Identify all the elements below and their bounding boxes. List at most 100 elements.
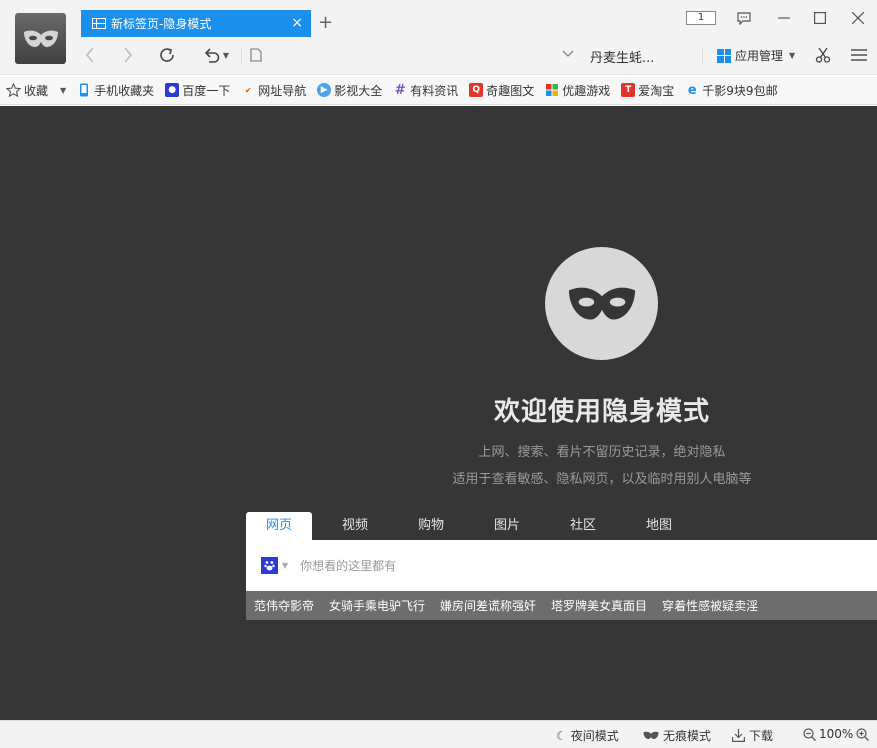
bookmarks-bar: 收藏 ▼ 手机收藏夹 ● 百度一下 ✔ 网址导航 ▶ 影视大全 # 有料资讯 Q… (0, 76, 877, 105)
no-trace-mode-label: 无痕模式 (663, 729, 712, 743)
bookmark-label: 网址导航 (258, 83, 307, 98)
baidu-engine-icon[interactable] (261, 557, 278, 574)
close-icon (852, 12, 864, 24)
incognito-page: 欢迎使用隐身模式 上网、搜索、看片不留历史记录，绝对隐私 适用于查看敏感、隐私网… (0, 106, 877, 720)
chevron-down-icon: ▼ (789, 51, 796, 60)
screenshot-button[interactable] (812, 44, 834, 66)
hot-search-item[interactable]: 嫌房间差谎称强奸 (440, 597, 536, 614)
bookmark-label: 影视大全 (334, 83, 383, 98)
incognito-logo[interactable] (15, 13, 66, 64)
hot-search-list: 范伟夺影帝 女骑手乘电驴飞行 嫌房间差谎称强奸 塔罗牌美女真面目 穿着性感被疑卖… (246, 591, 877, 620)
hao-icon: ✔ (244, 85, 252, 95)
back-button[interactable] (79, 44, 101, 66)
engine-dropdown-icon[interactable]: ▼ (282, 561, 288, 570)
new-tab-button[interactable]: + (318, 12, 333, 33)
chevron-down-icon (562, 50, 574, 57)
tab-page-icon (92, 18, 106, 29)
bookmark-label: 有料资讯 (410, 83, 459, 98)
bookmark-label: 优趣游戏 (562, 83, 611, 98)
tab-title: 新标签页-隐身模式 (111, 17, 212, 31)
chat-icon (737, 11, 751, 25)
phone-icon (77, 83, 91, 97)
undo-close-button[interactable]: ▼ (198, 44, 234, 66)
tab-map[interactable]: 地图 (626, 512, 692, 540)
hot-search-item[interactable]: 女骑手乘电驴飞行 (329, 597, 425, 614)
bookmark-item[interactable]: e 千影9块9包邮 (685, 82, 778, 99)
bookmark-item[interactable]: ● 百度一下 (165, 82, 230, 99)
refresh-button[interactable] (156, 44, 178, 66)
bookmark-favorites[interactable]: 收藏 ▼ (6, 82, 66, 99)
mask-icon (643, 731, 659, 740)
tab-video[interactable]: 视频 (322, 512, 388, 540)
tab-images[interactable]: 图片 (474, 512, 540, 540)
address-dropdown-button[interactable] (562, 47, 574, 61)
hot-search-link[interactable]: 丹麦生蚝... (590, 47, 654, 66)
bookmark-item[interactable]: ▶ 影视大全 (317, 82, 382, 99)
app-manager-button[interactable]: 应用管理 ▼ (717, 47, 795, 64)
bookmark-label: 奇趣图文 (486, 83, 535, 98)
taobao-icon: T (621, 83, 636, 97)
bookmark-item[interactable]: T 爱淘宝 (621, 82, 674, 99)
refresh-icon (160, 48, 174, 62)
chevron-left-icon (85, 47, 94, 63)
chevron-right-icon (124, 47, 133, 63)
toolbar-divider (702, 48, 703, 64)
apps-grid-icon (717, 48, 731, 63)
page-info-button[interactable] (245, 44, 267, 66)
minimize-button[interactable] (772, 8, 796, 28)
maximize-button[interactable] (808, 8, 832, 28)
game-icon (545, 83, 559, 97)
page-icon (250, 48, 262, 62)
zoom-control[interactable]: 100% (803, 727, 873, 741)
bookmark-label: 手机收藏夹 (94, 83, 155, 98)
ie-icon: e (687, 82, 697, 98)
bookmark-item[interactable]: ✔ 网址导航 (241, 82, 306, 99)
search-input[interactable] (300, 558, 801, 573)
bookmark-item[interactable]: Q 奇趣图文 (469, 82, 534, 99)
welcome-subtitle: 上网、搜索、看片不留历史记录，绝对隐私 (478, 445, 726, 460)
hot-search-item[interactable]: 范伟夺影帝 (254, 597, 314, 614)
moon-icon: ☾ (556, 728, 567, 743)
zoom-in-icon[interactable] (856, 727, 870, 741)
star-icon (6, 83, 21, 97)
hot-search-item[interactable]: 塔罗牌美女真面目 (551, 597, 647, 614)
browser-toolbar: 新标签页-隐身模式 × + 1 ▼ 丹麦生蚝... 应用管理 ▼ (0, 0, 877, 75)
download-button[interactable]: 下载 (732, 727, 773, 744)
no-trace-mode-button[interactable]: 无痕模式 (643, 727, 711, 744)
tab-close-icon[interactable]: × (291, 15, 303, 31)
baidu-icon: ● (165, 83, 180, 97)
bookmark-item[interactable]: 手机收藏夹 (77, 82, 154, 99)
forward-button[interactable] (117, 44, 139, 66)
feedback-button[interactable] (732, 8, 756, 28)
download-label: 下载 (749, 729, 774, 743)
status-bar: ☾ 夜间模式 无痕模式 下载 100% (0, 720, 877, 748)
hot-search-item[interactable]: 穿着性感被疑卖淫 (662, 597, 758, 614)
news-icon: # (394, 82, 406, 98)
video-icon: ▶ (317, 83, 332, 97)
zoom-out-icon[interactable] (803, 727, 816, 741)
tab-web[interactable]: 网页 (246, 512, 312, 540)
night-mode-label: 夜间模式 (570, 729, 619, 743)
mask-icon (23, 30, 58, 47)
welcome-title: 欢迎使用隐身模式 (493, 397, 710, 427)
welcome-subtitle: 适用于查看敏感、隐私网页，以及临时用别人电脑等 (452, 472, 752, 487)
chevron-down-icon: ▼ (222, 50, 230, 60)
qu-icon: Q (469, 83, 484, 97)
bookmark-item[interactable]: 优趣游戏 (545, 82, 610, 99)
search-category-tabs: 网页 视频 购物 图片 社区 地图 (246, 512, 702, 540)
undo-icon (204, 48, 220, 63)
tab-shopping[interactable]: 购物 (398, 512, 464, 540)
tab-incognito[interactable]: 新标签页-隐身模式 × (81, 10, 311, 37)
maximize-icon (814, 12, 826, 24)
night-mode-button[interactable]: ☾ 夜间模式 (556, 727, 619, 744)
chevron-down-icon: ▼ (60, 85, 67, 95)
main-menu-button[interactable] (848, 44, 870, 66)
tab-count-badge[interactable]: 1 (686, 11, 716, 25)
tab-community[interactable]: 社区 (550, 512, 616, 540)
zoom-level: 100% (819, 727, 854, 741)
search-box: ▼ (246, 540, 877, 591)
close-window-button[interactable] (846, 8, 870, 28)
mask-icon (568, 287, 635, 320)
download-icon (732, 729, 745, 742)
bookmark-item[interactable]: # 有料资讯 (393, 82, 458, 99)
